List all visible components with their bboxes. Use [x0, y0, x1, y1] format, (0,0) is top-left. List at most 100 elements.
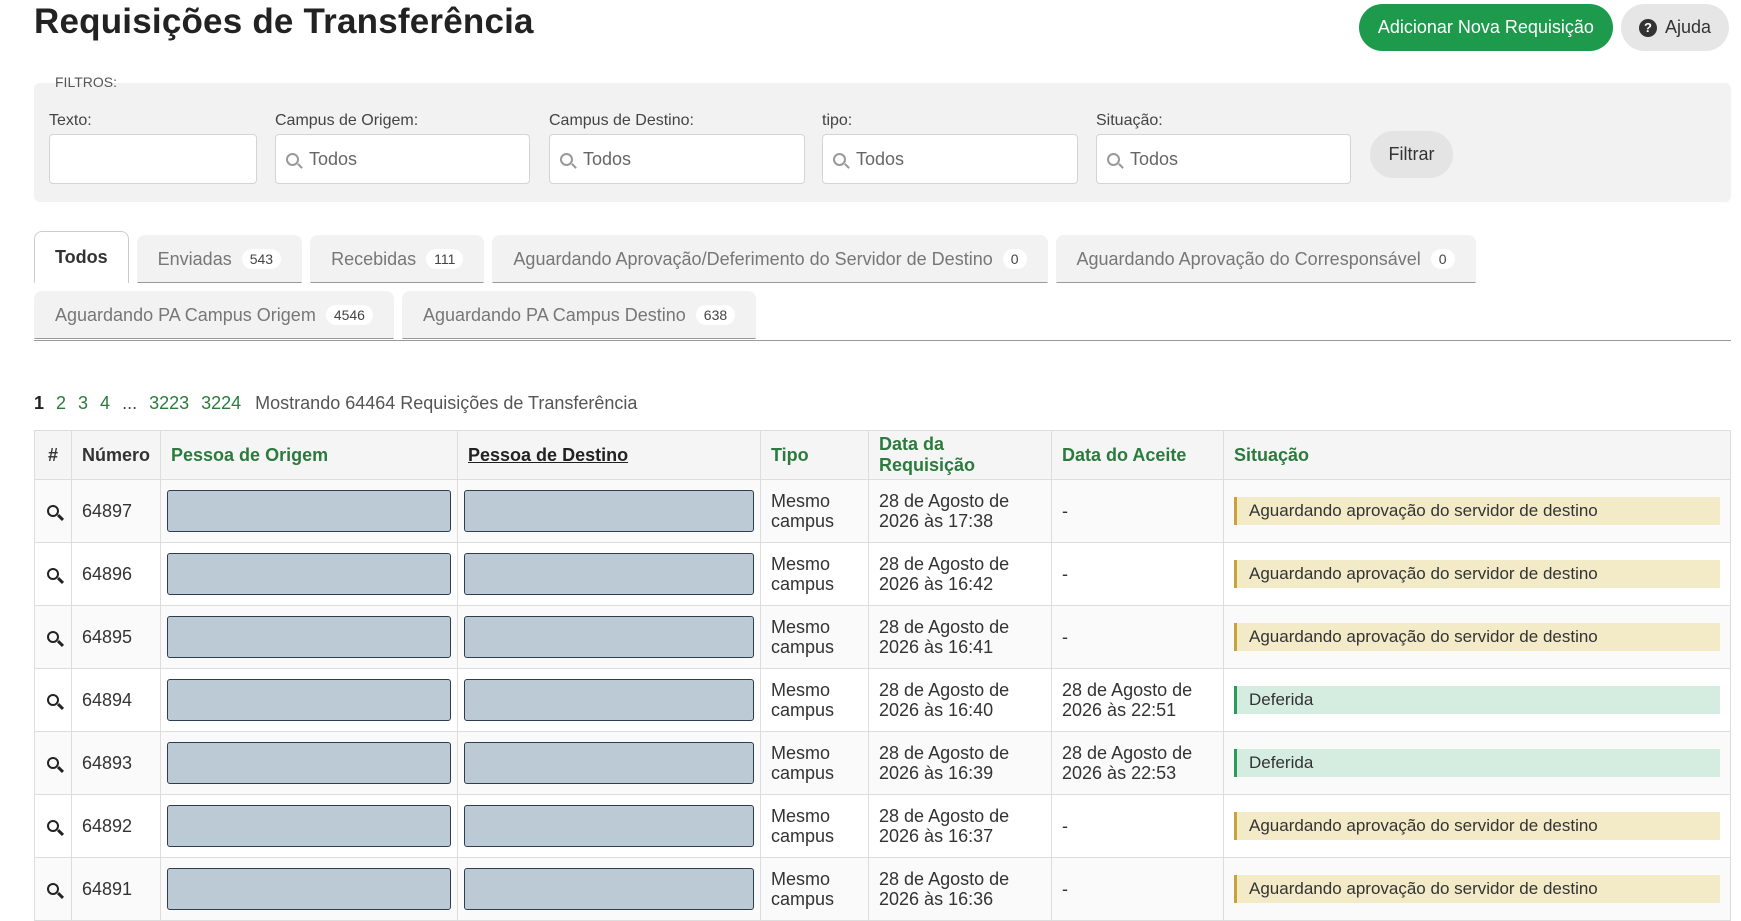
tab-label: Aguardando PA Campus Destino [422, 304, 686, 325]
pessoa-origem-cell [160, 479, 459, 543]
view-cell[interactable] [34, 542, 72, 606]
data-aceite-cell: - [1051, 857, 1225, 921]
tab-count-badge: 111 [426, 249, 464, 269]
tabs-row-2: Aguardando PA Campus Origem 4546 Aguarda… [34, 291, 757, 339]
situacao-select[interactable]: Todos [1096, 134, 1351, 184]
tab-label: Recebidas [331, 248, 417, 269]
col-pessoa-origem[interactable]: Pessoa de Origem [160, 430, 459, 480]
tab-aguardando-pa-origem[interactable]: Aguardando PA Campus Origem 4546 [34, 291, 394, 339]
view-cell[interactable] [34, 794, 72, 858]
situacao-cell: Aguardando aprovação do servidor de dest… [1223, 857, 1731, 921]
tipo-cell: Mesmo campus [760, 479, 870, 543]
redacted-block [464, 742, 755, 784]
search-icon [560, 152, 573, 166]
pessoa-origem-cell [160, 668, 459, 732]
table-row: 64896 Mesmo campus 28 de Agosto de 2026 … [34, 542, 1731, 606]
filter-button[interactable]: Filtrar [1370, 131, 1453, 178]
filter-campus-destino: Campus de Destino: Todos [549, 112, 805, 184]
magnifier-icon[interactable] [47, 505, 59, 517]
filters-panel: FILTROS: Texto: Campus de Origem: Todos … [34, 74, 1731, 202]
pessoa-destino-cell [457, 542, 762, 606]
view-cell[interactable] [34, 857, 72, 921]
situacao-cell: Aguardando aprovação do servidor de dest… [1223, 479, 1731, 543]
col-data-aceite[interactable]: Data do Aceite [1051, 430, 1225, 480]
tabs-row-1: Todos Enviadas 543 Recebidas 111 Aguarda… [34, 231, 1476, 283]
tab-enviadas[interactable]: Enviadas 543 [136, 235, 303, 283]
view-cell[interactable] [34, 668, 72, 732]
redacted-block [464, 490, 755, 532]
tab-label: Aguardando PA Campus Origem [55, 304, 316, 325]
col-situacao[interactable]: Situação [1223, 430, 1731, 480]
data-requisicao-cell: 28 de Agosto de 2026 às 16:36 [868, 857, 1053, 921]
table-row: 64894 Mesmo campus 28 de Agosto de 2026 … [34, 668, 1731, 732]
page-ellipsis: ... [122, 393, 138, 413]
data-requisicao-cell: 28 de Agosto de 2026 às 17:38 [868, 479, 1053, 543]
add-request-button[interactable]: Adicionar Nova Requisição [1358, 4, 1613, 51]
col-tipo[interactable]: Tipo [760, 430, 870, 480]
filter-situacao: Situação: Todos [1096, 112, 1351, 184]
table-header-row: # Número Pessoa de Origem Pessoa de Dest… [34, 430, 1731, 480]
redacted-block [167, 679, 452, 721]
search-icon [1107, 152, 1120, 166]
page-link-3[interactable]: 3 [78, 393, 88, 414]
numero-cell: 64894 [70, 668, 162, 732]
numero-cell: 64897 [70, 479, 162, 543]
pagination: 1 2 3 4 ... 3223 3224 Mostrando 64464 Re… [34, 393, 637, 414]
page-link-3224[interactable]: 3224 [201, 393, 241, 414]
pessoa-destino-cell [457, 794, 762, 858]
help-button[interactable]: ? Ajuda [1620, 4, 1729, 51]
tabs-divider [34, 340, 1731, 341]
numero-cell: 64895 [70, 605, 162, 669]
magnifier-icon[interactable] [47, 757, 59, 769]
situacao-value: Todos [1130, 148, 1179, 169]
tab-recebidas[interactable]: Recebidas 111 [310, 235, 485, 283]
magnifier-icon[interactable] [47, 631, 59, 643]
pessoa-origem-cell [160, 794, 459, 858]
view-cell[interactable] [34, 605, 72, 669]
tab-aguardando-corresponsavel[interactable]: Aguardando Aprovação do Corresponsável 0 [1055, 235, 1476, 283]
tab-count-badge: 0 [1002, 249, 1027, 269]
page-current: 1 [34, 393, 45, 413]
tab-aguardando-servidor-destino[interactable]: Aguardando Aprovação/Deferimento do Serv… [492, 235, 1048, 283]
situacao-cell: Deferida [1223, 731, 1731, 795]
status-badge: Aguardando aprovação do servidor de dest… [1234, 560, 1720, 588]
tab-count-badge: 543 [241, 249, 282, 269]
pessoa-destino-cell [457, 731, 762, 795]
pessoa-destino-cell [457, 605, 762, 669]
texto-input[interactable] [49, 134, 257, 184]
page-title: Requisições de Transferência [34, 2, 534, 41]
page-link-4[interactable]: 4 [100, 393, 110, 414]
tab-todos[interactable]: Todos [34, 231, 129, 283]
campus-origem-value: Todos [309, 148, 358, 169]
campus-destino-value: Todos [583, 148, 632, 169]
magnifier-icon[interactable] [47, 694, 59, 706]
situacao-cell: Deferida [1223, 668, 1731, 732]
status-badge: Aguardando aprovação do servidor de dest… [1234, 497, 1720, 525]
filter-situacao-label: Situação: [1096, 112, 1163, 129]
tab-label: Todos [55, 247, 108, 267]
col-data-requisicao[interactable]: Data da Requisição [868, 430, 1053, 480]
tipo-select[interactable]: Todos [822, 134, 1078, 184]
view-cell[interactable] [34, 731, 72, 795]
redacted-block [167, 490, 452, 532]
magnifier-icon[interactable] [47, 568, 59, 580]
numero-cell: 64892 [70, 794, 162, 858]
data-aceite-cell: - [1051, 605, 1225, 669]
numero-cell: 64896 [70, 542, 162, 606]
tab-label: Aguardando Aprovação/Deferimento do Serv… [513, 248, 993, 269]
campus-origem-select[interactable]: Todos [275, 134, 530, 184]
tipo-cell: Mesmo campus [760, 794, 870, 858]
view-cell[interactable] [34, 479, 72, 543]
page-link-3223[interactable]: 3223 [149, 393, 189, 414]
help-button-label: Ajuda [1664, 17, 1711, 37]
magnifier-icon[interactable] [47, 820, 59, 832]
tab-count-badge: 0 [1430, 249, 1455, 269]
magnifier-icon[interactable] [47, 883, 59, 895]
page-link-2[interactable]: 2 [56, 393, 66, 414]
redacted-block [464, 553, 755, 595]
redacted-block [167, 742, 452, 784]
col-pessoa-destino[interactable]: Pessoa de Destino [457, 430, 762, 480]
tab-aguardando-pa-destino[interactable]: Aguardando PA Campus Destino 638 [401, 291, 757, 339]
results-count: Mostrando 64464 Requisições de Transferê… [255, 393, 638, 413]
campus-destino-select[interactable]: Todos [549, 134, 805, 184]
